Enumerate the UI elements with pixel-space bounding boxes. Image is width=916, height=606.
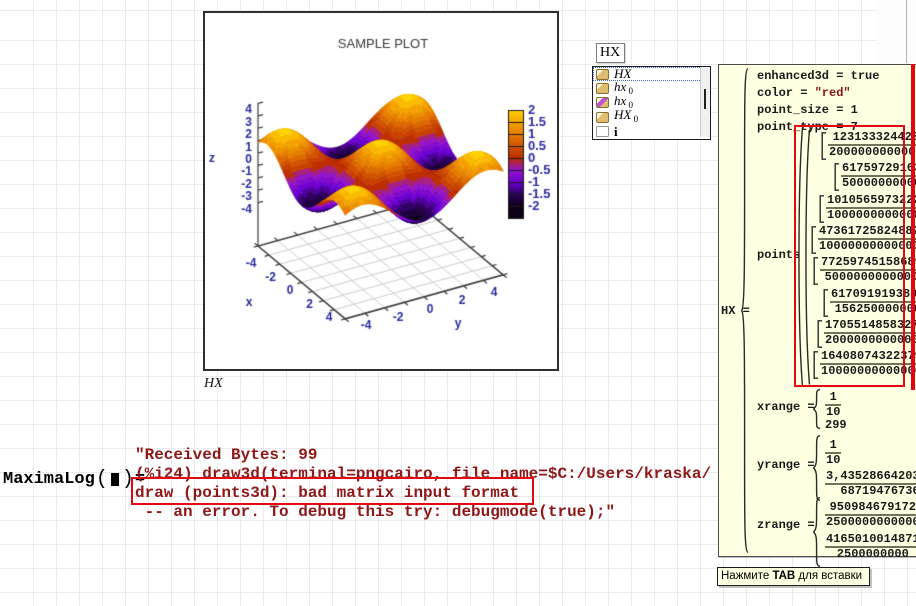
property-row: enhanced3d = true — [757, 70, 879, 83]
list-item[interactable]: hx 0 — [593, 96, 710, 110]
argument-placeholder[interactable] — [111, 473, 119, 486]
list-item[interactable]: hx 0 — [593, 81, 710, 95]
range-fraction: 41650100148712500000000 — [825, 533, 916, 561]
list-item[interactable]: i — [593, 125, 710, 139]
function-alt-icon — [596, 97, 609, 108]
list-item[interactable]: HX 0 — [593, 110, 710, 124]
property-key: color = — [757, 86, 815, 100]
plot-caption: HX — [204, 376, 223, 392]
worksheet: HX MaximaLog()= "Received Bytes: 99(%i24… — [0, 0, 916, 606]
function-icon — [596, 83, 609, 94]
plot-region[interactable] — [203, 11, 559, 371]
property-row: color = "red" — [757, 87, 851, 100]
open-paren: ( — [95, 468, 109, 491]
range-fraction: 110 — [825, 391, 841, 419]
numerator: 1 — [825, 439, 841, 454]
function-icon — [596, 112, 609, 123]
tooltip-key: TAB — [772, 570, 795, 582]
list-item[interactable]: HX — [593, 67, 710, 81]
list-item-label: i — [614, 126, 618, 138]
autocomplete-list[interactable]: HXhx 0hx 0HX 0i — [592, 66, 711, 140]
tooltip-post: для вставки — [795, 570, 862, 582]
denominator: 250000000000000 — [825, 516, 916, 529]
math-input-field[interactable]: HX — [596, 43, 625, 63]
insert-hint-tooltip: Нажмите TAB для вставки — [717, 567, 870, 586]
range-fraction: 95098467917263250000000000000 — [825, 501, 916, 529]
property-value: 1 — [851, 103, 858, 117]
function-icon — [596, 69, 609, 80]
denominator: 68719476736 — [825, 485, 916, 498]
log-line: "Received Bytes: 99 — [135, 446, 711, 465]
error-highlight-box — [131, 477, 534, 505]
unit-icon — [596, 126, 609, 137]
scroll-edge-line — [906, 0, 907, 63]
property-key: enhanced3d = — [757, 69, 851, 83]
surface-plot-canvas — [205, 13, 557, 369]
listbox-scrollbar[interactable] — [700, 67, 710, 137]
range-brace — [813, 435, 821, 501]
property-value: "red" — [815, 86, 851, 100]
log-line: -- an error. To debug this try: debugmod… — [135, 503, 711, 522]
range-value: 299 — [825, 419, 847, 432]
range-fraction: 110 — [825, 439, 841, 467]
property-value: true — [851, 69, 880, 83]
maxima-log-label: MaximaLog — [3, 470, 95, 489]
range-brace — [813, 389, 821, 429]
listbox-scrollbar-thumb[interactable] — [704, 89, 706, 109]
range-brace — [813, 497, 821, 567]
property-row: point_size = 1 — [757, 104, 858, 117]
matrix-highlight-box — [794, 125, 905, 387]
denominator: 2500000000 — [825, 548, 916, 561]
record-brace — [741, 68, 749, 553]
range-fraction: 3,435286642032668719476736 — [825, 470, 916, 498]
denominator: 10 — [825, 454, 841, 467]
canvas-edge-strip — [877, 0, 916, 63]
numerator: 3,4352866420326 — [825, 470, 916, 485]
list-item-label: HX 0 — [614, 109, 638, 125]
numerator: 4165010014871 — [825, 533, 916, 548]
numerator: 95098467917263 — [825, 501, 916, 516]
tooltip-pre: Нажмите — [721, 570, 772, 582]
property-key: point_size = — [757, 103, 851, 117]
clipped-highlight-edge — [911, 64, 915, 390]
list-item-subscript: 0 — [631, 114, 638, 124]
dropdown-list: HXhx 0hx 0HX 0i — [593, 67, 710, 139]
numerator: 1 — [825, 391, 841, 406]
maxima-log-expression[interactable]: MaximaLog()= — [3, 468, 145, 490]
